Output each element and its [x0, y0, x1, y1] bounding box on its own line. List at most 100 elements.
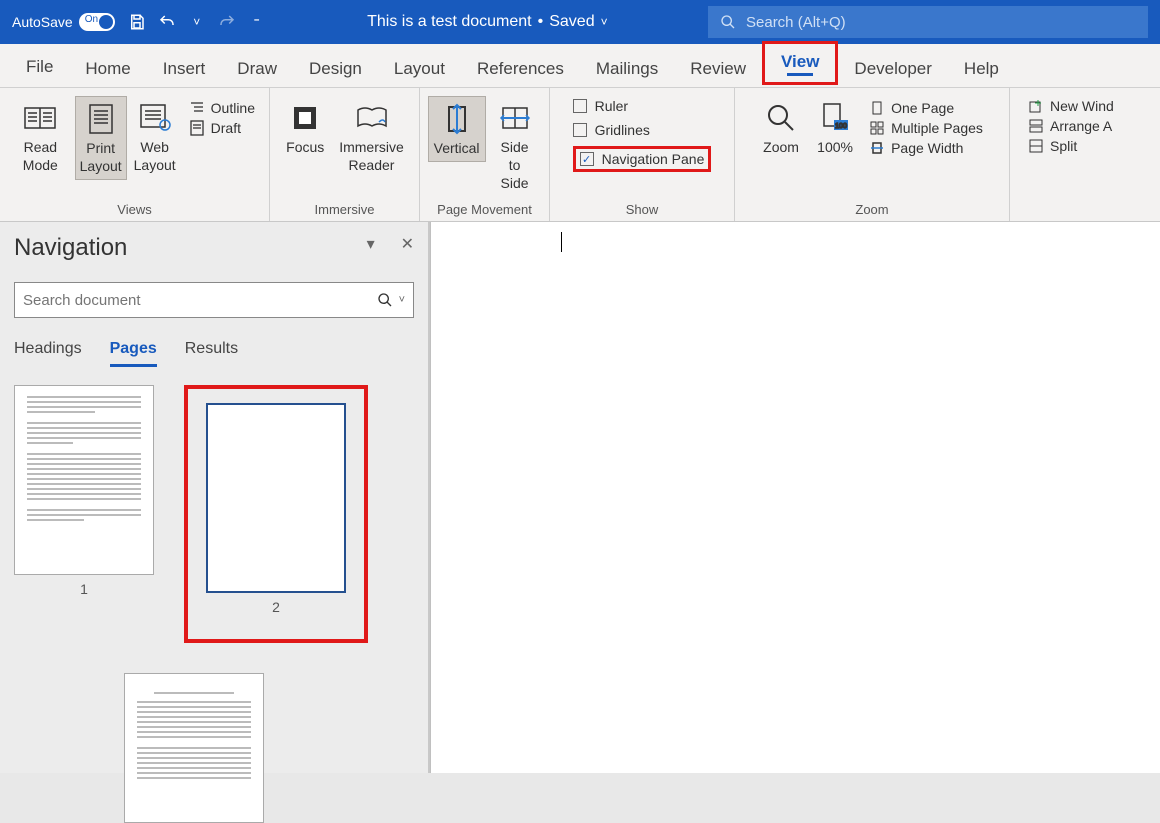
read-mode-button[interactable]: Read Mode: [8, 96, 73, 178]
thumbnail-content: [124, 673, 264, 823]
zoom-100-button[interactable]: 100 100%: [809, 96, 861, 160]
tab-developer[interactable]: Developer: [838, 49, 948, 87]
autosave-toggle[interactable]: AutoSave On: [12, 13, 115, 31]
tab-design[interactable]: Design: [293, 49, 378, 87]
redo-icon[interactable]: [217, 12, 237, 32]
group-views: Read Mode Print Layout Web Layout Outlin…: [0, 88, 270, 221]
group-show: Ruler Gridlines ✓Navigation Pane Show: [550, 88, 735, 221]
multiple-pages-button[interactable]: Multiple Pages: [869, 120, 983, 136]
nav-tab-headings[interactable]: Headings: [14, 340, 82, 367]
split-button[interactable]: Split: [1028, 138, 1114, 154]
draft-icon: [189, 120, 205, 136]
highlight-view-tab: View: [762, 41, 838, 85]
thumbnail-number: 1: [80, 581, 88, 597]
new-window-button[interactable]: New Wind: [1028, 98, 1114, 114]
print-layout-button[interactable]: Print Layout: [75, 96, 127, 180]
immersive-reader-button[interactable]: Immersive Reader: [333, 96, 410, 178]
gridlines-checkbox[interactable]: Gridlines: [573, 122, 650, 138]
outline-button[interactable]: Outline: [189, 100, 255, 116]
checkbox-checked-icon: ✓: [580, 152, 594, 166]
svg-text:100: 100: [835, 123, 847, 130]
navigation-title: Navigation: [14, 234, 414, 262]
ruler-checkbox[interactable]: Ruler: [573, 98, 628, 114]
quick-access-toolbar: ˅ ⁼: [127, 12, 267, 32]
immersive-reader-icon: [354, 100, 390, 136]
thumbnail-page-3[interactable]: [124, 673, 264, 823]
title-bar: AutoSave On ˅ ⁼ This is a test document …: [0, 0, 1160, 44]
navigation-pane-checkbox[interactable]: ✓Navigation Pane: [580, 151, 705, 167]
zoom-icon: [763, 100, 799, 136]
draft-button[interactable]: Draft: [189, 120, 255, 136]
save-icon[interactable]: [127, 12, 147, 32]
arrange-all-button[interactable]: Arrange A: [1028, 118, 1114, 134]
search-icon: [720, 14, 736, 30]
one-page-icon: [869, 100, 885, 116]
highlight-navigation-pane: ✓Navigation Pane: [573, 146, 712, 172]
web-layout-icon: [137, 100, 173, 136]
page-width-icon: [869, 140, 885, 156]
tab-help[interactable]: Help: [948, 49, 1015, 87]
read-mode-icon: [22, 100, 58, 136]
vertical-icon: [439, 101, 475, 137]
document-area[interactable]: [430, 222, 1160, 773]
thumbnail-number: 2: [272, 599, 280, 615]
group-label-views: Views: [8, 200, 261, 219]
nav-pane-tabs: Headings Pages Results: [14, 340, 414, 367]
search-document-field[interactable]: [23, 292, 371, 309]
toggle-switch-icon: On: [79, 13, 115, 31]
outline-icon: [189, 100, 205, 116]
zoom-button[interactable]: Zoom: [755, 96, 807, 160]
search-icon: [377, 292, 393, 308]
page-width-button[interactable]: Page Width: [869, 140, 983, 156]
web-layout-button[interactable]: Web Layout: [129, 96, 181, 178]
search-bar[interactable]: Search (Alt+Q): [708, 6, 1148, 38]
tab-mailings[interactable]: Mailings: [580, 49, 674, 87]
tab-review[interactable]: Review: [674, 49, 762, 87]
group-immersive: Focus Immersive Reader Immersive: [270, 88, 420, 221]
zoom-small-buttons: One Page Multiple Pages Page Width: [863, 96, 989, 160]
thumbnail-content: [14, 385, 154, 575]
views-small-buttons: Outline Draft: [183, 96, 261, 140]
nav-close-icon[interactable]: ✕: [401, 234, 414, 254]
focus-button[interactable]: Focus: [279, 96, 331, 160]
text-cursor: [561, 232, 562, 252]
tab-references[interactable]: References: [461, 49, 580, 87]
print-layout-icon: [83, 101, 119, 137]
chevron-down-icon[interactable]: ˅: [601, 15, 608, 29]
highlight-thumbnail-2: 2: [184, 385, 368, 643]
thumbnail-page-1[interactable]: 1: [14, 385, 154, 597]
vertical-button[interactable]: Vertical: [428, 96, 486, 162]
tab-view[interactable]: View: [773, 48, 827, 78]
thumbnail-content-blank: [206, 403, 346, 593]
undo-icon[interactable]: [157, 12, 177, 32]
one-page-button[interactable]: One Page: [869, 100, 983, 116]
page-thumbnails: 1 2: [14, 385, 414, 823]
undo-dropdown-icon[interactable]: ˅: [187, 12, 207, 32]
multiple-pages-icon: [869, 120, 885, 136]
nav-dropdown-icon[interactable]: ▾: [367, 234, 375, 254]
nav-tab-pages[interactable]: Pages: [110, 340, 157, 367]
tab-file[interactable]: File: [10, 47, 69, 87]
workspace: Navigation ▾ ✕ ˅ Headings Pages Results: [0, 222, 1160, 773]
side-to-side-icon: [497, 100, 533, 136]
tab-insert[interactable]: Insert: [147, 49, 222, 87]
tab-layout[interactable]: Layout: [378, 49, 461, 87]
new-window-icon: [1028, 98, 1044, 114]
ribbon-tabs: File Home Insert Draw Design Layout Refe…: [0, 44, 1160, 88]
tab-draw[interactable]: Draw: [221, 49, 293, 87]
search-document-input[interactable]: ˅: [14, 282, 414, 318]
group-page-movement: Vertical Side to Side Page Movement: [420, 88, 550, 221]
qat-customize-icon[interactable]: ⁼: [247, 12, 267, 32]
group-label-immersive: Immersive: [278, 200, 411, 219]
checkbox-unchecked-icon: [573, 99, 587, 113]
thumbnail-page-2[interactable]: 2: [206, 403, 346, 615]
tab-home[interactable]: Home: [69, 49, 146, 87]
search-placeholder: Search (Alt+Q): [746, 14, 846, 31]
chevron-down-icon[interactable]: ˅: [399, 294, 405, 306]
checkbox-unchecked-icon: [573, 123, 587, 137]
group-label-zoom: Zoom: [743, 200, 1001, 219]
nav-tab-results[interactable]: Results: [185, 340, 238, 367]
group-window: New Wind Arrange A Split: [1010, 88, 1128, 221]
side-to-side-button[interactable]: Side to Side: [488, 96, 542, 197]
navigation-pane: Navigation ▾ ✕ ˅ Headings Pages Results: [0, 222, 430, 773]
